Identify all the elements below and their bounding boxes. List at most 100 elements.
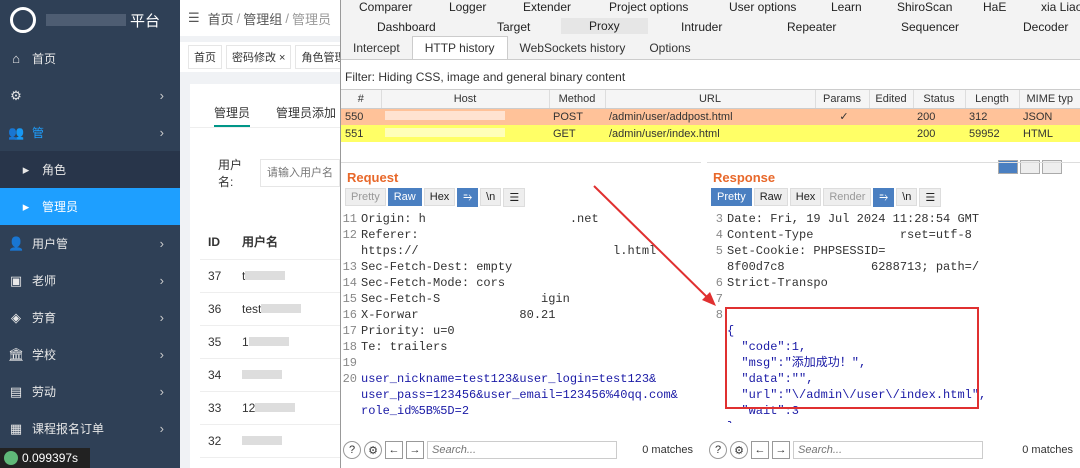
sidebar-item-7[interactable]: ◈ 劳育 › bbox=[0, 299, 180, 336]
col-params[interactable]: Params bbox=[815, 90, 870, 109]
table-row[interactable]: 35 1 bbox=[200, 326, 340, 359]
code-line: 17 Priority: u=0 bbox=[341, 323, 701, 339]
line-text: Date: Fri, 19 Jul 2024 11:28:54 GMT bbox=[727, 212, 980, 226]
tab-proxy[interactable]: Proxy bbox=[561, 18, 648, 34]
col-num[interactable]: # bbox=[341, 90, 382, 109]
username-input[interactable] bbox=[260, 159, 340, 187]
tab-repeater[interactable]: Repeater bbox=[787, 20, 836, 34]
breadcrumb-home[interactable]: 首页 bbox=[208, 9, 234, 28]
table-row[interactable]: 32 bbox=[200, 425, 340, 458]
response-view-button[interactable]: ☰ bbox=[919, 187, 942, 207]
settings-icon[interactable]: ⚙ bbox=[364, 441, 382, 459]
sidebar-item-6[interactable]: ▣ 老师 › bbox=[0, 262, 180, 299]
tab-intercept[interactable]: Intercept bbox=[341, 37, 412, 59]
cell-id: 36 bbox=[208, 302, 222, 316]
sidebar-item-1[interactable]: ⚙ › bbox=[0, 77, 180, 114]
code-line: 19 bbox=[341, 355, 701, 371]
tab-sequencer[interactable]: Sequencer bbox=[901, 20, 959, 34]
response-search-input[interactable] bbox=[793, 441, 983, 459]
next-arrow-icon[interactable]: → bbox=[406, 441, 424, 459]
brand-blur bbox=[46, 14, 126, 26]
prev-arrow-icon[interactable]: ← bbox=[385, 441, 403, 459]
col-method[interactable]: Method bbox=[549, 90, 606, 109]
next-arrow-icon[interactable]: → bbox=[772, 441, 790, 459]
tab-websockets-history[interactable]: WebSockets history bbox=[508, 37, 638, 59]
request-view-button[interactable]: Pretty bbox=[345, 188, 386, 206]
blur-mask bbox=[255, 403, 296, 412]
request-view-button[interactable]: Hex bbox=[423, 188, 456, 206]
line-number: 18 bbox=[342, 340, 357, 354]
tab-target[interactable]: Target bbox=[497, 20, 530, 34]
col-status[interactable]: Status bbox=[913, 90, 966, 109]
request-view-button[interactable]: Raw bbox=[387, 188, 422, 206]
history-row[interactable]: 551 GET /admin/user/index.html 200 59952… bbox=[341, 125, 1080, 142]
chevron-right-icon: › bbox=[159, 421, 164, 436]
tab-hae[interactable]: HaE bbox=[983, 0, 1006, 14]
history-row[interactable]: 550 POST /admin/user/addpost.html ✓ 200 … bbox=[341, 108, 1080, 125]
sidebar-item-3[interactable]: ▸ 角色 bbox=[0, 151, 180, 188]
cell-num: 550 bbox=[341, 108, 381, 125]
request-view-button[interactable]: ☰ bbox=[503, 187, 526, 207]
leaf-icon bbox=[4, 451, 18, 465]
sidebar-item-8[interactable]: 🏛 学校 › bbox=[0, 336, 180, 373]
table-row[interactable]: 34 bbox=[200, 359, 340, 392]
tab-learn[interactable]: Learn bbox=[831, 0, 862, 14]
request-search-input[interactable] bbox=[427, 441, 617, 459]
table-row[interactable]: 37 t bbox=[200, 260, 340, 293]
response-view-button[interactable]: Pretty bbox=[711, 188, 752, 206]
code-line: 7 bbox=[707, 291, 1080, 307]
response-view-button[interactable]: \n bbox=[896, 188, 918, 206]
request-view-button[interactable]: ⥱ bbox=[457, 187, 479, 207]
tab-intruder[interactable]: Intruder bbox=[681, 20, 722, 34]
tab-project-options[interactable]: Project options bbox=[609, 0, 688, 14]
response-view-button[interactable]: ⥱ bbox=[873, 187, 895, 207]
tab-decoder[interactable]: Decoder bbox=[1023, 20, 1068, 34]
briefcase-icon: ▤ bbox=[9, 383, 23, 399]
line-text: user_nickname=test123&user_login=test123… bbox=[361, 372, 657, 386]
help-icon[interactable]: ? bbox=[709, 441, 727, 459]
sidebar-item-0[interactable]: ⌂ 首页 bbox=[0, 40, 180, 77]
tab-extender[interactable]: Extender bbox=[523, 0, 571, 14]
table-row[interactable]: 36 test bbox=[200, 293, 340, 326]
filter-bar[interactable]: Filter: Hiding CSS, image and general bi… bbox=[341, 64, 1080, 90]
tab-admin-add[interactable]: 管理员添加 bbox=[276, 104, 336, 127]
col-mime[interactable]: MIME typ bbox=[1019, 90, 1080, 109]
tab-logger[interactable]: Logger bbox=[449, 0, 486, 14]
sidebar-item-2[interactable]: 👥 管 › bbox=[0, 114, 180, 151]
tab-dashboard[interactable]: Dashboard bbox=[377, 20, 436, 34]
sidebar-item-10[interactable]: ▦ 课程报名订单 › bbox=[0, 410, 180, 447]
menu-toggle-icon[interactable]: ☰ bbox=[188, 10, 200, 26]
prev-arrow-icon[interactable]: ← bbox=[751, 441, 769, 459]
col-edited[interactable]: Edited bbox=[869, 90, 914, 109]
page-tab-password[interactable]: 密码修改 × bbox=[226, 45, 292, 69]
sidebar-item-4[interactable]: ▸ 管理员 bbox=[0, 188, 180, 225]
tab-options[interactable]: Options bbox=[637, 37, 702, 59]
sidebar-item-9[interactable]: ▤ 劳动 › bbox=[0, 373, 180, 410]
table-row[interactable]: 33 12 bbox=[200, 392, 340, 425]
brand: 平台 bbox=[0, 0, 180, 40]
tab-http-history[interactable]: HTTP history bbox=[411, 36, 508, 59]
response-view-button[interactable]: Render bbox=[823, 188, 872, 206]
sidebar-item-5[interactable]: 👤 用户管 › bbox=[0, 225, 180, 262]
cell-username bbox=[242, 368, 340, 382]
col-length[interactable]: Length bbox=[965, 90, 1020, 109]
cell-username bbox=[242, 434, 340, 448]
col-url[interactable]: URL bbox=[605, 90, 816, 109]
request-editor[interactable]: 11 Origin: h .net 12 Referer: https:// l.htm… bbox=[341, 211, 701, 423]
tab-admin-list[interactable]: 管理员 bbox=[214, 104, 251, 127]
response-view-button[interactable]: Hex bbox=[789, 188, 822, 206]
request-view-button[interactable]: \n bbox=[480, 188, 502, 206]
cell-mime: JSON bbox=[1019, 108, 1080, 125]
user-table: ID 用户名 37 t 36 test 35 1 34 33 12 32 bbox=[200, 224, 340, 458]
help-icon[interactable]: ? bbox=[343, 441, 361, 459]
col-host[interactable]: Host bbox=[381, 90, 550, 109]
tab-user-options[interactable]: User options bbox=[729, 0, 796, 14]
page-tab-home[interactable]: 首页 bbox=[188, 45, 222, 69]
tab-comparer[interactable]: Comparer bbox=[359, 0, 412, 14]
breadcrumb-group[interactable]: 管理组 bbox=[243, 9, 282, 28]
tab-xia-liao[interactable]: xia Liao bbox=[1041, 0, 1080, 14]
settings-icon[interactable]: ⚙ bbox=[730, 441, 748, 459]
tab-shiroscan[interactable]: ShiroScan bbox=[897, 0, 952, 14]
response-view-button[interactable]: Raw bbox=[753, 188, 788, 206]
line-number: 14 bbox=[342, 276, 357, 290]
